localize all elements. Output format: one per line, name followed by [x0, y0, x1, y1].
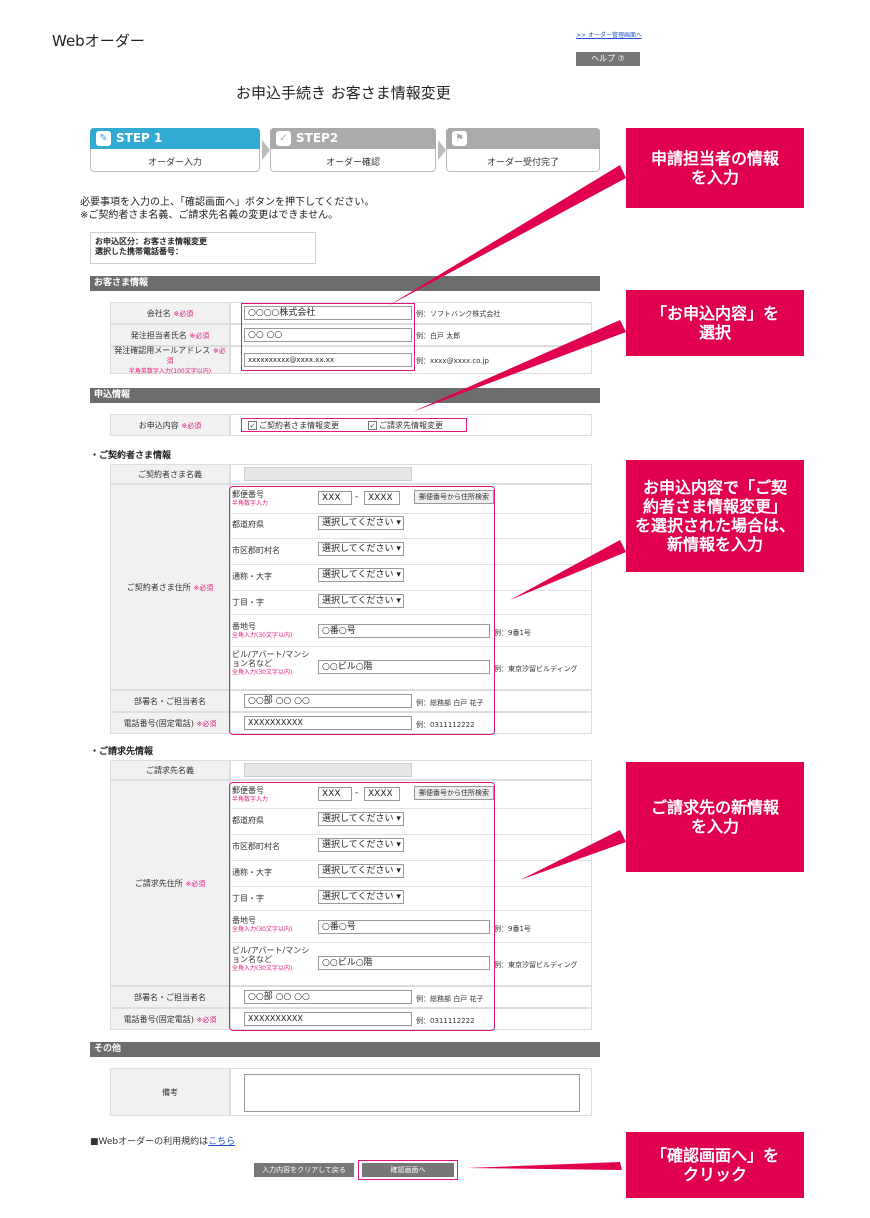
callout-requester: 申請担当者の情報 を入力	[626, 128, 804, 208]
callout-select-content: 「お申込内容」を 選択	[626, 290, 804, 356]
callout-pointer-4	[520, 830, 626, 880]
callout-confirm: 「確認画面へ」を クリック	[626, 1132, 804, 1198]
callout-pointer-3	[510, 540, 626, 600]
callout-billing: ご請求先の新情報 を入力	[626, 762, 804, 872]
callout-pointer-1	[388, 165, 626, 306]
callout-pointer-5	[466, 1162, 622, 1170]
callout-contractor: お申込内容で「ご契 約者さま情報変更」 を選択された場合は、 新情報を入力	[626, 460, 804, 572]
callout-pointer-2	[412, 320, 626, 412]
